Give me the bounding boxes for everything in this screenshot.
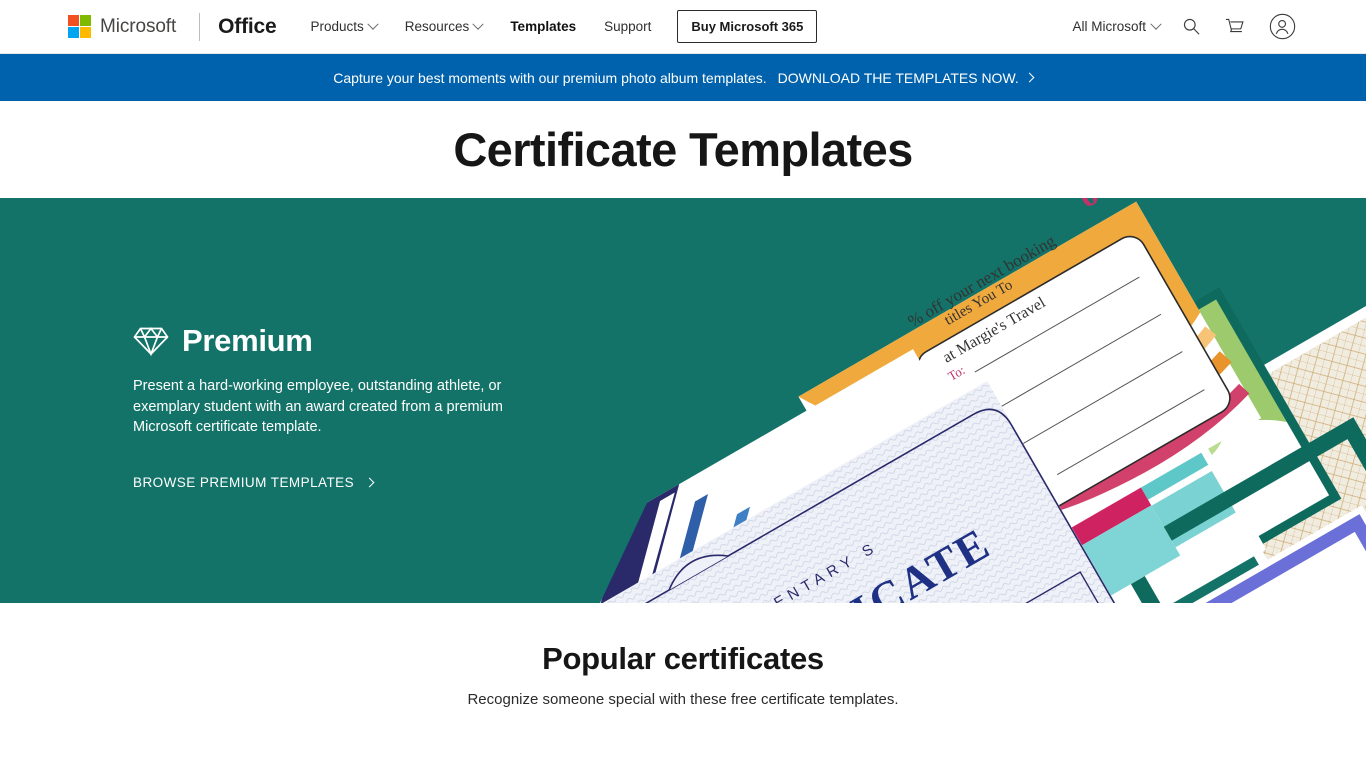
office-home-link[interactable]: Office [218, 15, 277, 39]
hero-description: Present a hard-working employee, outstan… [133, 378, 503, 435]
microsoft-logo-link[interactable]: Microsoft [68, 15, 176, 38]
promo-banner-text: Capture your best moments with our premi… [333, 69, 767, 86]
chevron-right-icon [364, 477, 375, 487]
page-title: Certificate Templates [453, 123, 913, 176]
nav-item-resources[interactable]: Resources [391, 13, 497, 40]
chevron-down-icon [472, 18, 484, 30]
promo-banner-cta-label: DOWNLOAD THE TEMPLATES NOW. [777, 69, 1019, 86]
chevron-down-icon [367, 18, 379, 30]
all-microsoft-label: All Microsoft [1072, 19, 1146, 34]
microsoft-wordmark: Microsoft [100, 15, 177, 37]
browse-premium-templates-label: BROWSE PREMIUM TEMPLATES [133, 474, 355, 490]
cart-icon[interactable] [1223, 15, 1247, 38]
nav-item-resources-label: Resources [404, 19, 470, 34]
header-utility-area: All Microsoft [1072, 11, 1298, 42]
promo-banner-cta-link[interactable]: DOWNLOAD THE TEMPLATES NOW. [777, 69, 1035, 86]
nav-item-templates[interactable]: Templates [496, 13, 590, 40]
hero-copy-block: Premium Present a hard-working employee,… [133, 323, 523, 492]
search-icon[interactable] [1180, 15, 1203, 38]
promo-banner: Capture your best moments with our premi… [0, 54, 1366, 101]
header-divider [199, 12, 201, 41]
nav-item-support-label: Support [604, 19, 652, 34]
nav-item-products[interactable]: Products [297, 13, 391, 40]
nav-item-templates-label: Templates [510, 19, 577, 34]
account-person-icon[interactable] [1267, 11, 1298, 42]
primary-navigation: Products Resources Templates Support [297, 13, 666, 40]
popular-certificates-section: Popular certificates Recognize someone s… [0, 603, 1366, 708]
popular-certificates-subtitle: Recognize someone special with these fre… [467, 691, 899, 708]
microsoft-logo-icon [68, 15, 91, 38]
site-header: Microsoft Office Products Resources Temp… [0, 0, 1366, 54]
logo-square-green [80, 15, 91, 26]
diamond-premium-icon [133, 327, 169, 357]
logo-square-yellow [80, 27, 91, 38]
browse-premium-templates-link[interactable]: BROWSE PREMIUM TEMPLATES [133, 474, 375, 490]
popular-certificates-title: Popular certificates [542, 641, 824, 676]
logo-square-blue [68, 27, 79, 38]
premium-badge: Premium [133, 323, 523, 359]
nav-item-products-label: Products [310, 19, 364, 34]
nav-item-support[interactable]: Support [590, 13, 665, 40]
logo-square-red [68, 15, 79, 26]
premium-label: Premium [182, 323, 313, 358]
premium-hero-section: To: From: titles You To % off your next … [0, 198, 1366, 603]
chevron-down-icon [1150, 18, 1162, 30]
all-microsoft-menu[interactable]: All Microsoft [1072, 18, 1162, 34]
chevron-right-icon [1024, 72, 1035, 83]
buy-microsoft-365-button[interactable]: Buy Microsoft 365 [677, 10, 818, 43]
page-title-band: Certificate Templates [0, 101, 1366, 198]
